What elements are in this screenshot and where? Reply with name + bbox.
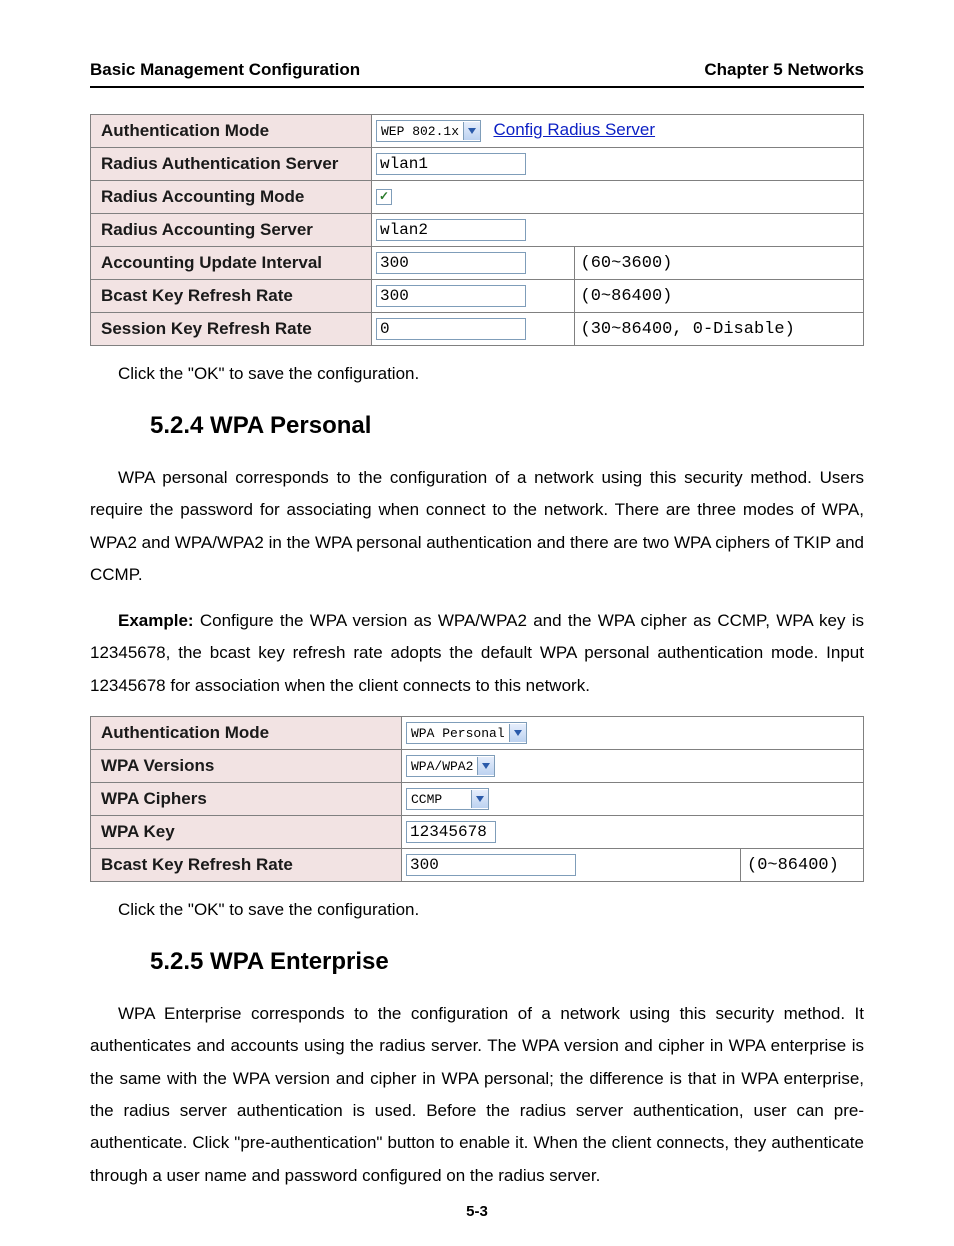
check-icon: ✓ xyxy=(379,189,389,203)
table-row: Radius Authentication Server wlan1 xyxy=(91,148,864,181)
row-field: 0 xyxy=(372,313,575,346)
row-field: wlan1 xyxy=(372,148,864,181)
row-field: wlan2 xyxy=(372,214,864,247)
row-field: 300 xyxy=(372,280,575,313)
row-hint: (0~86400) xyxy=(574,280,863,313)
wpa-key-input[interactable]: 12345678 xyxy=(406,821,496,843)
row-label: Accounting Update Interval xyxy=(91,247,372,280)
row-label: Radius Accounting Server xyxy=(91,214,372,247)
row-label: Bcast Key Refresh Rate xyxy=(91,849,402,882)
radius-accounting-server-input[interactable]: wlan2 xyxy=(376,219,526,241)
select-value: WEP 802.1x xyxy=(377,124,463,139)
select-value: WPA Personal xyxy=(407,726,509,741)
wpa-personal-table: Authentication Mode WPA Personal WPA Ver… xyxy=(90,716,864,882)
bcast-key-refresh-rate-input[interactable]: 300 xyxy=(376,285,526,307)
table-row: Authentication Mode WPA Personal xyxy=(91,717,864,750)
table-row: Radius Accounting Mode ✓ xyxy=(91,181,864,214)
row-label: Authentication Mode xyxy=(91,115,372,148)
table-row: Bcast Key Refresh Rate 300 (0~86400) xyxy=(91,280,864,313)
body-paragraph: WPA Enterprise corresponds to the config… xyxy=(90,998,864,1192)
row-field: 300 xyxy=(372,247,575,280)
chevron-down-icon xyxy=(471,790,488,808)
header-right: Chapter 5 Networks xyxy=(704,60,864,80)
radius-accounting-mode-checkbox[interactable]: ✓ xyxy=(376,189,392,205)
chevron-down-icon xyxy=(509,724,526,742)
table-row: WPA Key 12345678 xyxy=(91,816,864,849)
section-heading-wpa-enterprise: 5.2.5 WPA Enterprise xyxy=(150,948,864,976)
session-key-refresh-rate-input[interactable]: 0 xyxy=(376,318,526,340)
wpa-versions-select[interactable]: WPA/WPA2 xyxy=(406,755,495,777)
row-hint: (30~86400, 0-Disable) xyxy=(574,313,863,346)
bcast-key-refresh-rate-input[interactable]: 300 xyxy=(406,854,576,876)
row-field: 300 xyxy=(402,849,741,882)
table-row: Radius Accounting Server wlan2 xyxy=(91,214,864,247)
row-field: CCMP xyxy=(402,783,864,816)
save-instruction: Click the "OK" to save the configuration… xyxy=(90,364,864,384)
save-instruction: Click the "OK" to save the configuration… xyxy=(90,900,864,920)
table-row: WPA Ciphers CCMP xyxy=(91,783,864,816)
example-body: Configure the WPA version as WPA/WPA2 an… xyxy=(90,611,864,695)
row-label: WPA Key xyxy=(91,816,402,849)
body-paragraph: Example: Configure the WPA version as WP… xyxy=(90,605,864,702)
authentication-mode-select[interactable]: WPA Personal xyxy=(406,722,527,744)
page: Basic Management Configuration Chapter 5… xyxy=(0,0,954,1246)
row-field: 12345678 xyxy=(402,816,864,849)
table-row: Bcast Key Refresh Rate 300 (0~86400) xyxy=(91,849,864,882)
example-label: Example: xyxy=(118,611,200,630)
page-header: Basic Management Configuration Chapter 5… xyxy=(90,60,864,88)
body-paragraph: WPA personal corresponds to the configur… xyxy=(90,462,864,591)
select-value: CCMP xyxy=(407,792,471,807)
table-row: Session Key Refresh Rate 0 (30~86400, 0-… xyxy=(91,313,864,346)
table-row: Authentication Mode WEP 802.1x Config Ra… xyxy=(91,115,864,148)
select-value: WPA/WPA2 xyxy=(407,759,477,774)
table-row: WPA Versions WPA/WPA2 xyxy=(91,750,864,783)
row-label: Radius Authentication Server xyxy=(91,148,372,181)
chevron-down-icon xyxy=(477,757,494,775)
row-label: Radius Accounting Mode xyxy=(91,181,372,214)
chevron-down-icon xyxy=(463,122,480,140)
config-radius-server-link[interactable]: Config Radius Server xyxy=(493,120,655,139)
accounting-update-interval-input[interactable]: 300 xyxy=(376,252,526,274)
wep-8021x-table: Authentication Mode WEP 802.1x Config Ra… xyxy=(90,114,864,346)
row-label: WPA Ciphers xyxy=(91,783,402,816)
row-hint: (0~86400) xyxy=(741,849,864,882)
row-label: WPA Versions xyxy=(91,750,402,783)
section-heading-wpa-personal: 5.2.4 WPA Personal xyxy=(150,412,864,440)
row-field: WEP 802.1x Config Radius Server xyxy=(372,115,864,148)
row-label: Bcast Key Refresh Rate xyxy=(91,280,372,313)
wpa-ciphers-select[interactable]: CCMP xyxy=(406,788,489,810)
table-row: Accounting Update Interval 300 (60~3600) xyxy=(91,247,864,280)
row-label: Authentication Mode xyxy=(91,717,402,750)
row-field: ✓ xyxy=(372,181,864,214)
row-field: WPA Personal xyxy=(402,717,864,750)
page-number: 5-3 xyxy=(0,1203,954,1220)
radius-auth-server-input[interactable]: wlan1 xyxy=(376,153,526,175)
row-field: WPA/WPA2 xyxy=(402,750,864,783)
authentication-mode-select[interactable]: WEP 802.1x xyxy=(376,120,481,142)
header-left: Basic Management Configuration xyxy=(90,60,360,80)
row-label: Session Key Refresh Rate xyxy=(91,313,372,346)
row-hint: (60~3600) xyxy=(574,247,863,280)
